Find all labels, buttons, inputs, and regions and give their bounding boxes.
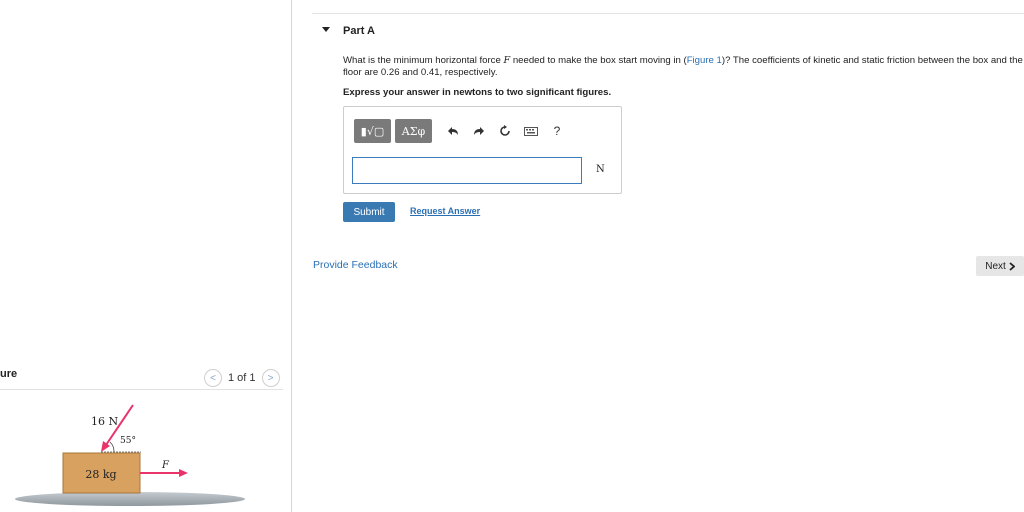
figure-page-count: 1 of 1 [228,372,256,384]
greek-symbols-button[interactable]: ΑΣφ [395,119,432,143]
chevron-left-icon: < [210,372,216,384]
floor [15,492,245,506]
figure-panel-title: ure [0,368,18,380]
figure-1-diagram: 28 kg 16 N 55° F [15,404,245,506]
next-figure-button[interactable]: > [261,369,280,387]
figure-separator [0,389,283,390]
answer-box: ▮√▢ ΑΣφ ? N [343,106,622,194]
part-a-header[interactable]: Part A [312,13,1024,48]
provide-feedback-link[interactable]: Provide Feedback [313,259,398,271]
mass-label: 28 kg [85,468,116,481]
prev-figure-button[interactable]: < [204,369,222,387]
applied-force-label: F [161,460,170,471]
chevron-right-icon: > [267,372,274,384]
applied-force-arrowhead [179,469,188,477]
next-button[interactable]: Next [976,256,1024,276]
answer-input[interactable] [352,157,582,184]
collapse-triangle-icon [322,27,330,32]
templates-button[interactable]: ▮√▢ [354,119,391,143]
angle-label: 55° [120,436,136,446]
answer-instruction: Express your answer in newtons to two si… [343,87,612,98]
question-text-mid: needed to make the box start moving in ( [510,55,687,66]
figure-pager: < 1 of 1 > [204,369,280,387]
undo-icon[interactable] [440,119,466,143]
question-text: What is the minimum horizontal force F n… [343,55,1023,79]
math-toolbar: ▮√▢ ΑΣφ ? [354,119,570,143]
next-button-label: Next [985,260,1006,272]
question-text-pre: What is the minimum horizontal force [343,55,504,66]
chevron-right-icon [1009,261,1015,271]
redo-icon[interactable] [466,119,492,143]
angle-arc [109,441,115,453]
request-answer-link[interactable]: Request Answer [410,206,480,216]
unit-label: N [596,164,605,175]
submit-button[interactable]: Submit [343,202,395,222]
figure-link[interactable]: Figure 1 [687,55,722,66]
reset-icon[interactable] [492,119,518,143]
part-title: Part A [343,25,375,37]
panel-divider [291,0,292,512]
keyboard-icon[interactable] [518,119,544,143]
force-label: 16 N [91,415,118,428]
help-button[interactable]: ? [544,119,570,143]
